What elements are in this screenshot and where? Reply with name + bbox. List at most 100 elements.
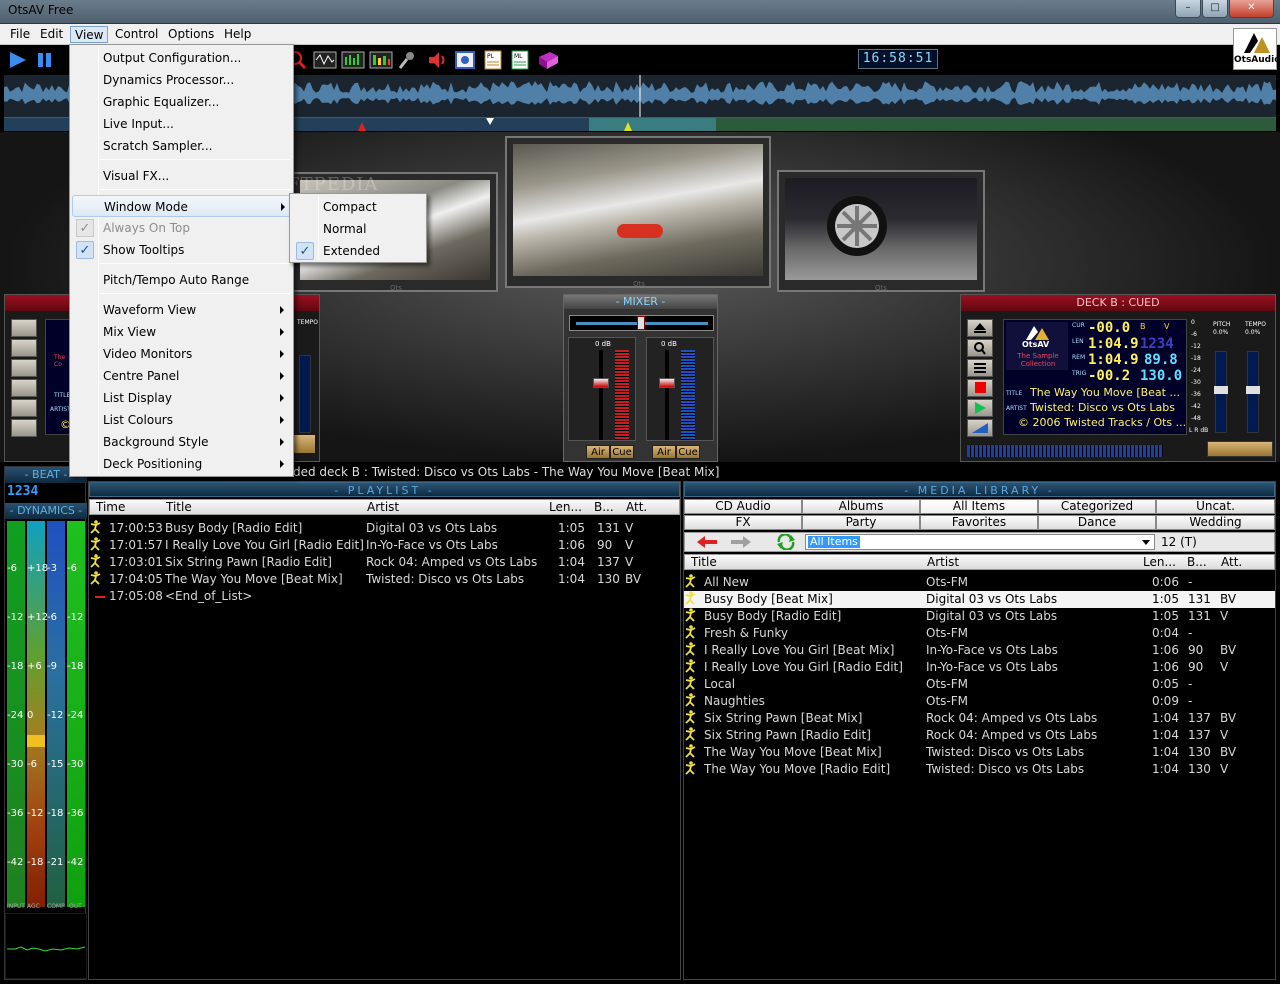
col-artist[interactable]: Artist	[367, 500, 399, 515]
back-arrow-icon[interactable]	[689, 534, 723, 550]
pause-icon[interactable]	[33, 49, 57, 71]
library-tab[interactable]: Favorites	[920, 515, 1038, 530]
library-row[interactable]: The Way You Move [Radio Edit] Twisted: Di…	[684, 761, 1275, 778]
maximize-button[interactable]: □	[1202, 0, 1228, 18]
deck-a-cue-button[interactable]	[11, 419, 37, 437]
lib-col-bpm[interactable]: B...	[1187, 555, 1207, 570]
library-tab[interactable]: FX	[684, 515, 802, 530]
minimize-button[interactable]: –	[1175, 0, 1201, 18]
deck-b-pitch-slider[interactable]	[1214, 351, 1228, 433]
graphic-eq-icon[interactable]	[369, 49, 393, 71]
close-button[interactable]: ✕	[1229, 0, 1274, 18]
menu-item-list-colours[interactable]: List Colours	[72, 409, 291, 431]
deck-b-tempo-slider[interactable]	[1246, 351, 1260, 433]
menu-help[interactable]: Help	[220, 26, 255, 43]
library-tab[interactable]: CD Audio	[684, 499, 802, 514]
menu-item-deck-positioning[interactable]: Deck Positioning	[72, 453, 291, 475]
mixer-b-fader[interactable]	[659, 378, 675, 388]
mixer-a-air-button[interactable]: Air	[586, 445, 610, 459]
library-row[interactable]: Local Ots-FM 0:05-	[684, 676, 1275, 693]
library-row[interactable]: I Really Love You Girl [Radio Edit] In-Yo…	[684, 659, 1275, 676]
deck-b-stop-button[interactable]	[967, 379, 993, 397]
library-tab[interactable]: Albums	[802, 499, 920, 514]
waveform-icon[interactable]	[313, 49, 337, 71]
deck-b-play-button[interactable]	[967, 399, 993, 417]
book-icon[interactable]	[536, 49, 560, 71]
playlist-row[interactable]: 17:04:05 The Way You Move [Beat Mix] Twist…	[89, 571, 680, 588]
play-icon[interactable]	[6, 49, 30, 71]
deck-b-cue-button[interactable]	[967, 419, 993, 437]
menu-item-visual-fx[interactable]: Visual FX...	[72, 165, 291, 187]
library-tab[interactable]: Dance	[1038, 515, 1156, 530]
library-tab[interactable]: Uncat.	[1156, 499, 1275, 514]
media-library-icon[interactable]: ML	[508, 49, 532, 71]
playlist-end-row[interactable]: 17:05:08 <End_of_List>	[89, 588, 680, 605]
menu-item-video-monitors[interactable]: Video Monitors	[72, 343, 291, 365]
library-row[interactable]: Naughties Ots-FM 0:09-	[684, 693, 1275, 710]
playlist-icon[interactable]: PL	[481, 49, 505, 71]
forward-arrow-icon[interactable]	[725, 534, 759, 550]
deck-b-list-button[interactable]	[967, 359, 993, 377]
lib-col-title[interactable]: Title	[691, 555, 717, 570]
deck-a-search-button[interactable]	[11, 339, 37, 357]
menu-item-background-style[interactable]: Background Style	[72, 431, 291, 453]
library-row[interactable]: Six String Pawn [Beat Mix] Rock 04: Amped…	[684, 710, 1275, 727]
menu-item-window-mode[interactable]: Window Mode	[72, 195, 291, 217]
menu-item-pitch-tempo-auto-range[interactable]: Pitch/Tempo Auto Range	[72, 269, 291, 291]
menu-item-live-input[interactable]: Live Input...	[72, 113, 291, 135]
library-tab[interactable]: All Items	[920, 499, 1038, 514]
menu-item-graphic-equalizer[interactable]: Graphic Equalizer...	[72, 91, 291, 113]
playlist-row[interactable]: 17:03:01 Six String Pawn [Radio Edit] Rock…	[89, 554, 680, 571]
window-mode-compact[interactable]: Compact	[292, 196, 424, 218]
menu-item-mix-view[interactable]: Mix View	[72, 321, 291, 343]
menu-item-output-configuration[interactable]: Output Configuration...	[72, 47, 291, 69]
menu-item-dynamics-processor[interactable]: Dynamics Processor...	[72, 69, 291, 91]
deck-a-stop-button[interactable]	[11, 379, 37, 397]
col-att[interactable]: Att.	[626, 500, 647, 515]
microphone-icon[interactable]	[395, 49, 419, 71]
col-time[interactable]: Time	[96, 500, 125, 515]
visual-fx-icon[interactable]	[453, 49, 477, 71]
library-search-input[interactable]: All Items	[805, 534, 1155, 550]
library-row[interactable]: The Way You Move [Beat Mix] Twisted: Disc…	[684, 744, 1275, 761]
deck-b-position-bar[interactable]	[967, 445, 1163, 457]
library-tab[interactable]: Categorized	[1038, 499, 1156, 514]
chevron-down-icon[interactable]	[1139, 536, 1153, 548]
deck-a-tempo-slider[interactable]	[299, 355, 311, 433]
refresh-icon[interactable]	[769, 534, 803, 550]
col-title[interactable]: Title	[166, 500, 192, 515]
mixer-b-air-button[interactable]: Air	[652, 445, 676, 459]
menu-item-show-tooltips[interactable]: ✓ Show Tooltips	[72, 239, 291, 261]
deck-a-list-button[interactable]	[11, 359, 37, 377]
equalizer-icon[interactable]	[341, 49, 365, 71]
library-row[interactable]: Busy Body [Radio Edit] Digital 03 vs Ots …	[684, 608, 1275, 625]
menu-item-waveform-view[interactable]: Waveform View	[72, 299, 291, 321]
deck-b-search-button[interactable]	[967, 339, 993, 357]
lib-col-att[interactable]: Att.	[1221, 555, 1242, 570]
mixer-a-cue-button[interactable]: Cue	[610, 445, 634, 459]
library-row[interactable]: All New Ots-FM 0:06-	[684, 574, 1275, 591]
crossfader[interactable]	[569, 315, 714, 331]
menu-file[interactable]: File	[6, 26, 34, 43]
deck-b-eject-button[interactable]	[967, 319, 993, 337]
menu-view[interactable]: View	[70, 26, 109, 43]
mixer-a-fader[interactable]	[593, 378, 609, 388]
menu-edit[interactable]: Edit	[36, 26, 67, 43]
window-mode-normal[interactable]: Normal	[292, 218, 424, 240]
library-row[interactable]: Busy Body [Beat Mix] Digital 03 vs Ots La…	[684, 591, 1275, 608]
library-row[interactable]: Six String Pawn [Radio Edit] Rock 04: Amp…	[684, 727, 1275, 744]
window-mode-extended[interactable]: ✓ Extended	[292, 240, 424, 262]
deck-b-transport-buttons[interactable]	[1207, 441, 1273, 457]
deck-a-eject-button[interactable]	[11, 319, 37, 337]
lib-col-artist[interactable]: Artist	[927, 555, 959, 570]
library-row[interactable]: I Really Love You Girl [Beat Mix] In-Yo-F…	[684, 642, 1275, 659]
menu-control[interactable]: Control	[111, 26, 162, 43]
menu-item-scratch-sampler[interactable]: Scratch Sampler...	[72, 135, 291, 157]
menu-item-always-on-top[interactable]: ✓ Always On Top	[72, 217, 291, 239]
lib-col-length[interactable]: Len...	[1143, 555, 1176, 570]
mixer-b-cue-button[interactable]: Cue	[676, 445, 700, 459]
playlist-row[interactable]: 17:01:57 I Really Love You Girl [Radio Ed…	[89, 537, 680, 554]
library-tab[interactable]: Wedding	[1156, 515, 1275, 530]
deck-a-play-button[interactable]	[11, 399, 37, 417]
speaker-icon[interactable]	[425, 49, 449, 71]
